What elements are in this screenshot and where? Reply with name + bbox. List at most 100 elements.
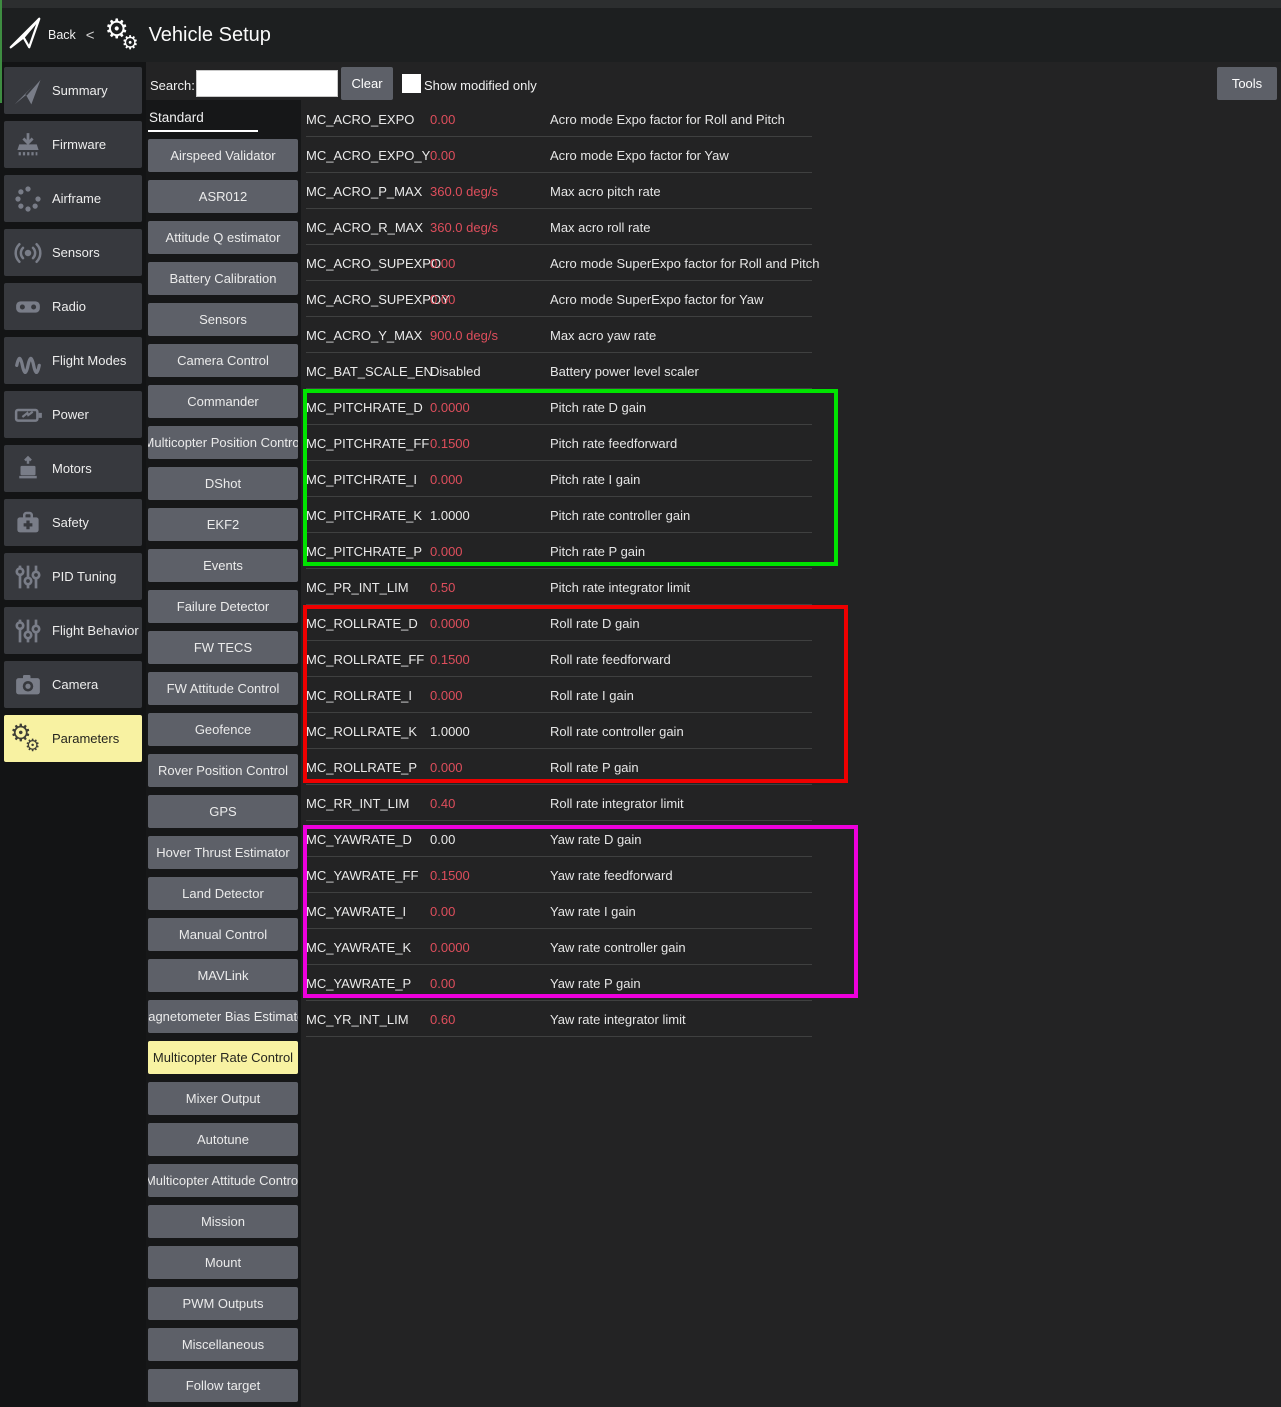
param-row-mc-acro-r-max[interactable]: MC_ACRO_R_MAX360.0 deg/sMax acro roll ra… bbox=[306, 209, 1278, 245]
sidebar-item-camera[interactable]: Camera bbox=[4, 661, 142, 708]
param-row-mc-bat-scale-en[interactable]: MC_BAT_SCALE_ENDisabledBattery power lev… bbox=[306, 353, 1278, 389]
tools-button[interactable]: Tools bbox=[1217, 67, 1277, 100]
param-row-mc-rollrate-d[interactable]: MC_ROLLRATE_D0.0000Roll rate D gain bbox=[306, 605, 1278, 641]
group-button-mixer-output[interactable]: Mixer Output bbox=[148, 1082, 298, 1115]
group-button-dshot[interactable]: DShot bbox=[148, 467, 298, 500]
param-row-mc-acro-expo-y[interactable]: MC_ACRO_EXPO_Y0.00Acro mode Expo factor … bbox=[306, 137, 1278, 173]
param-row-mc-yawrate-k[interactable]: MC_YAWRATE_K0.0000Yaw rate controller ga… bbox=[306, 929, 1278, 965]
param-value: 0.00 bbox=[430, 832, 550, 847]
group-button-failure-detector[interactable]: Failure Detector bbox=[148, 590, 298, 623]
paper-plane-icon bbox=[4, 75, 52, 107]
page-title: Vehicle Setup bbox=[149, 24, 271, 47]
param-value: 0.00 bbox=[430, 256, 550, 271]
group-button-pwm-outputs[interactable]: PWM Outputs bbox=[148, 1287, 298, 1320]
param-row-mc-yawrate-p[interactable]: MC_YAWRATE_P0.00Yaw rate P gain bbox=[306, 965, 1278, 1001]
param-row-mc-acro-supexpo[interactable]: MC_ACRO_SUPEXPO0.00Acro mode SuperExpo f… bbox=[306, 245, 1278, 281]
back-label: Back bbox=[48, 28, 76, 42]
param-row-mc-rollrate-ff[interactable]: MC_ROLLRATE_FF0.1500Roll rate feedforwar… bbox=[306, 641, 1278, 677]
group-button-airspeed-validator[interactable]: Airspeed Validator bbox=[148, 139, 298, 172]
param-row-mc-acro-expo[interactable]: MC_ACRO_EXPO0.00Acro mode Expo factor fo… bbox=[306, 101, 1278, 137]
group-button-battery-calibration[interactable]: Battery Calibration bbox=[148, 262, 298, 295]
sidebar-item-power[interactable]: Power bbox=[4, 391, 142, 438]
group-button-events[interactable]: Events bbox=[148, 549, 298, 582]
param-row-mc-pitchrate-i[interactable]: MC_PITCHRATE_I0.000Pitch rate I gain bbox=[306, 461, 1278, 497]
sidebar-item-radio[interactable]: Radio bbox=[4, 283, 142, 330]
param-row-mc-pr-int-lim[interactable]: MC_PR_INT_LIM0.50Pitch rate integrator l… bbox=[306, 569, 1278, 605]
group-button-miscellaneous[interactable]: Miscellaneous bbox=[148, 1328, 298, 1361]
param-row-mc-acro-supexpoy[interactable]: MC_ACRO_SUPEXPOY0.00Acro mode SuperExpo … bbox=[306, 281, 1278, 317]
param-row-mc-yawrate-ff[interactable]: MC_YAWRATE_FF0.1500Yaw rate feedforward bbox=[306, 857, 1278, 893]
param-row-mc-rr-int-lim[interactable]: MC_RR_INT_LIM0.40Roll rate integrator li… bbox=[306, 785, 1278, 821]
group-button-rover-position-control[interactable]: Rover Position Control bbox=[148, 754, 298, 787]
param-row-mc-pitchrate-d[interactable]: MC_PITCHRATE_D0.0000Pitch rate D gain bbox=[306, 389, 1278, 425]
sidebar-item-parameters[interactable]: ⚙⚙Parameters bbox=[4, 715, 142, 762]
param-row-mc-rollrate-p[interactable]: MC_ROLLRATE_P0.000Roll rate P gain bbox=[306, 749, 1278, 785]
group-button-multicopter-rate-control[interactable]: Multicopter Rate Control bbox=[148, 1041, 298, 1074]
param-value: 0.0000 bbox=[430, 400, 550, 415]
group-button-mount[interactable]: Mount bbox=[148, 1246, 298, 1279]
sidebar-item-pid-tuning[interactable]: PID Tuning bbox=[4, 553, 142, 600]
group-button-mavlink[interactable]: MAVLink bbox=[148, 959, 298, 992]
param-row-mc-pitchrate-ff[interactable]: MC_PITCHRATE_FF0.1500Pitch rate feedforw… bbox=[306, 425, 1278, 461]
param-name: MC_PITCHRATE_D bbox=[306, 400, 430, 415]
group-category-underline bbox=[148, 130, 258, 132]
show-modified-label: Show modified only bbox=[424, 78, 537, 93]
param-row-mc-acro-y-max[interactable]: MC_ACRO_Y_MAX900.0 deg/sMax acro yaw rat… bbox=[306, 317, 1278, 353]
search-input[interactable] bbox=[196, 70, 338, 97]
show-modified-checkbox[interactable] bbox=[402, 74, 421, 93]
vehicle-setup-screen: Back < ⚙⚙ Vehicle Setup SummaryFirmwareA… bbox=[0, 0, 1281, 1407]
group-button-land-detector[interactable]: Land Detector bbox=[148, 877, 298, 910]
sidebar-item-motors[interactable]: Motors bbox=[4, 445, 142, 492]
sidebar-item-flight-behavior[interactable]: Flight Behavior bbox=[4, 607, 142, 654]
group-button-follow-target[interactable]: Follow target bbox=[148, 1369, 298, 1402]
sensors-signal-icon bbox=[4, 238, 52, 268]
sidebar-item-label: Camera bbox=[52, 677, 98, 692]
group-button-fw-attitude-control[interactable]: FW Attitude Control bbox=[148, 672, 298, 705]
group-button-autotune[interactable]: Autotune bbox=[148, 1123, 298, 1156]
group-category-header: Standard bbox=[149, 110, 204, 125]
group-button-multicopter-position-control[interactable]: Multicopter Position Control bbox=[148, 426, 298, 459]
param-description: Acro mode SuperExpo factor for Roll and … bbox=[550, 256, 820, 271]
param-row-mc-yawrate-i[interactable]: MC_YAWRATE_I0.00Yaw rate I gain bbox=[306, 893, 1278, 929]
group-button-magnetometer-bias-estimator[interactable]: Magnetometer Bias Estimator bbox=[148, 1000, 298, 1033]
sidebar-item-sensors[interactable]: Sensors bbox=[4, 229, 142, 276]
param-value: 0.40 bbox=[430, 796, 550, 811]
sidebar-item-flight-modes[interactable]: Flight Modes bbox=[4, 337, 142, 384]
group-button-multicopter-attitude-control[interactable]: Multicopter Attitude Control bbox=[148, 1164, 298, 1197]
group-button-gps[interactable]: GPS bbox=[148, 795, 298, 828]
group-button-ekf2[interactable]: EKF2 bbox=[148, 508, 298, 541]
sidebar-item-summary[interactable]: Summary bbox=[4, 67, 142, 114]
group-button-manual-control[interactable]: Manual Control bbox=[148, 918, 298, 951]
group-button-attitude-q-estimator[interactable]: Attitude Q estimator bbox=[148, 221, 298, 254]
param-row-mc-yawrate-d[interactable]: MC_YAWRATE_D0.00Yaw rate D gain bbox=[306, 821, 1278, 857]
clear-button[interactable]: Clear bbox=[341, 67, 393, 100]
param-name: MC_PITCHRATE_FF bbox=[306, 436, 430, 451]
group-button-asr012[interactable]: ASR012 bbox=[148, 180, 298, 213]
sidebar-item-safety[interactable]: Safety bbox=[4, 499, 142, 546]
param-row-mc-pitchrate-k[interactable]: MC_PITCHRATE_K1.0000Pitch rate controlle… bbox=[306, 497, 1278, 533]
group-button-camera-control[interactable]: Camera Control bbox=[148, 344, 298, 377]
param-name: MC_ACRO_R_MAX bbox=[306, 220, 430, 235]
sidebar-item-airframe[interactable]: Airframe bbox=[4, 175, 142, 222]
param-row-mc-rollrate-k[interactable]: MC_ROLLRATE_K1.0000Roll rate controller … bbox=[306, 713, 1278, 749]
param-row-mc-rollrate-i[interactable]: MC_ROLLRATE_I0.000Roll rate I gain bbox=[306, 677, 1278, 713]
group-button-commander[interactable]: Commander bbox=[148, 385, 298, 418]
back-button[interactable]: Back bbox=[7, 14, 76, 57]
param-name: MC_ACRO_EXPO bbox=[306, 112, 430, 127]
param-row-mc-acro-p-max[interactable]: MC_ACRO_P_MAX360.0 deg/sMax acro pitch r… bbox=[306, 173, 1278, 209]
sidebar-item-firmware[interactable]: Firmware bbox=[4, 121, 142, 168]
group-button-mission[interactable]: Mission bbox=[148, 1205, 298, 1238]
group-button-sensors[interactable]: Sensors bbox=[148, 303, 298, 336]
param-description: Yaw rate controller gain bbox=[550, 940, 686, 955]
group-button-fw-tecs[interactable]: FW TECS bbox=[148, 631, 298, 664]
param-row-mc-yr-int-lim[interactable]: MC_YR_INT_LIM0.60Yaw rate integrator lim… bbox=[306, 1001, 1278, 1037]
param-row-mc-pitchrate-p[interactable]: MC_PITCHRATE_P0.000Pitch rate P gain bbox=[306, 533, 1278, 569]
param-description: Pitch rate controller gain bbox=[550, 508, 690, 523]
param-value: 900.0 deg/s bbox=[430, 328, 550, 343]
param-name: MC_YAWRATE_P bbox=[306, 976, 430, 991]
group-button-hover-thrust-estimator[interactable]: Hover Thrust Estimator bbox=[148, 836, 298, 869]
param-description: Pitch rate P gain bbox=[550, 544, 645, 559]
param-description: Pitch rate feedforward bbox=[550, 436, 677, 451]
group-button-geofence[interactable]: Geofence bbox=[148, 713, 298, 746]
param-description: Battery power level scaler bbox=[550, 364, 699, 379]
